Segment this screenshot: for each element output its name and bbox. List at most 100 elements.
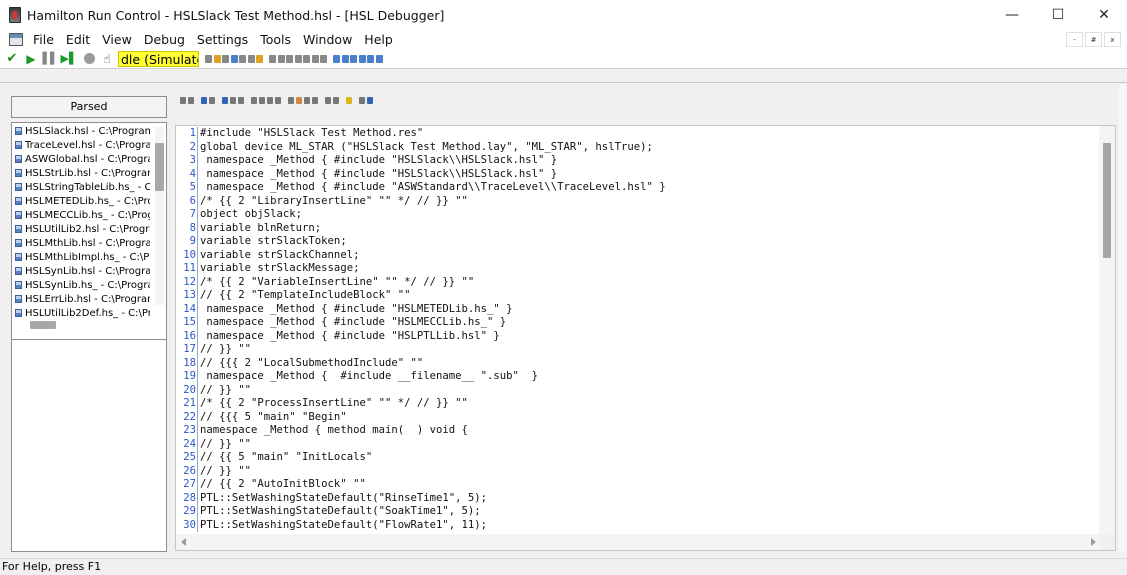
code-line[interactable]: 3 namespace _Method { #include "HSLSlack… bbox=[176, 154, 557, 168]
list-item[interactable]: HSLSlack.hsl - C:\Program F bbox=[12, 124, 150, 138]
tool-icon[interactable] bbox=[213, 54, 221, 63]
smiley-icon[interactable] bbox=[346, 97, 352, 104]
code-line[interactable]: 9 variable strSlackToken; bbox=[176, 235, 347, 249]
maximize-button[interactable]: ☐ bbox=[1035, 0, 1081, 30]
code-line[interactable]: 12 /* {{ 2 "VariableInsertLine" "" */ // … bbox=[176, 275, 474, 289]
list-item[interactable]: HSLMECCLib.hs_ - C:\Prog bbox=[12, 208, 150, 222]
file-list-vertical-scrollbar[interactable] bbox=[155, 127, 164, 305]
code-line[interactable]: 10 variable strSlackChannel; bbox=[176, 248, 359, 262]
code-line[interactable]: 25 // {{ 5 "main" "InitLocals" bbox=[176, 451, 372, 465]
menu-debug[interactable]: Debug bbox=[138, 30, 191, 49]
menu-help[interactable]: Help bbox=[358, 30, 399, 49]
tool-icon[interactable] bbox=[251, 97, 257, 104]
tool-icon[interactable] bbox=[239, 54, 246, 63]
list-item[interactable]: ASWGlobal.hsl - C:\Program bbox=[12, 152, 150, 166]
run-icon[interactable] bbox=[222, 97, 228, 104]
minimize-button[interactable]: — bbox=[989, 0, 1035, 30]
find-icon[interactable] bbox=[180, 97, 186, 104]
list-item[interactable]: HSLStrLib.hsl - C:\Program I bbox=[12, 166, 150, 180]
code-line[interactable]: 11 variable strSlackMessage; bbox=[176, 262, 359, 276]
code-line[interactable]: 20 // }} "" bbox=[176, 383, 251, 397]
list-item[interactable]: TraceLevel.hsl - C:\Program bbox=[12, 138, 150, 152]
file-list-scroll-thumb[interactable] bbox=[155, 143, 164, 191]
tool-icon[interactable] bbox=[303, 54, 310, 63]
window-icon[interactable] bbox=[350, 54, 357, 63]
tool-icon[interactable] bbox=[304, 97, 310, 104]
tool-icon[interactable] bbox=[230, 97, 236, 104]
zoom-icon[interactable] bbox=[277, 54, 285, 63]
file-list-horizontal-scroll-thumb[interactable] bbox=[30, 321, 56, 329]
tool-icon[interactable] bbox=[205, 54, 212, 63]
tool-icon[interactable] bbox=[294, 54, 302, 63]
pause-icon[interactable]: ▌▌ bbox=[43, 52, 59, 66]
window-icon[interactable] bbox=[341, 54, 349, 63]
scroll-right-icon[interactable] bbox=[1091, 538, 1096, 546]
code-line[interactable]: 13 // {{ 2 "TemplateIncludeBlock" "" bbox=[176, 289, 410, 303]
pin-icon[interactable] bbox=[359, 97, 365, 104]
code-line[interactable]: 14 namespace _Method { #include "HSLMETE… bbox=[176, 302, 513, 316]
find-icon[interactable] bbox=[188, 97, 194, 104]
scroll-left-icon[interactable] bbox=[181, 538, 186, 546]
list-item[interactable]: HSLErrLib.hsl - C:\Program I bbox=[12, 292, 150, 306]
code-line[interactable]: 5 namespace _Method { #include "ASWStand… bbox=[176, 181, 666, 195]
menu-tools[interactable]: Tools bbox=[254, 30, 297, 49]
play-icon[interactable]: ▶ bbox=[24, 52, 38, 66]
code-line[interactable]: 23 namespace _Method { method main( ) voi… bbox=[176, 424, 468, 438]
code-line[interactable]: 4 namespace _Method { #include "HSLSlack… bbox=[176, 167, 557, 181]
code-line[interactable]: 27 // {{ 2 "AutoInitBlock" "" bbox=[176, 478, 366, 492]
tool-icon[interactable] bbox=[222, 54, 229, 63]
window-icon[interactable] bbox=[358, 54, 366, 63]
tool-icon[interactable] bbox=[311, 54, 319, 63]
code-line[interactable]: 26 // }} "" bbox=[176, 464, 251, 478]
arrow-icon[interactable] bbox=[325, 97, 331, 104]
parsed-header-button[interactable]: Parsed bbox=[11, 96, 167, 118]
menu-window[interactable]: Window bbox=[297, 30, 358, 49]
zoom-icon[interactable] bbox=[286, 54, 293, 63]
code-line[interactable]: 2 global device ML_STAR ("HSLSlack Test M… bbox=[176, 140, 653, 154]
list-item[interactable]: HSLMthLibImpl.hs_ - C:\Pro bbox=[12, 250, 150, 264]
list-item[interactable]: HSLSynLib.hs_ - C:\Program bbox=[12, 278, 150, 292]
tool-icon[interactable] bbox=[209, 97, 215, 104]
code-line[interactable]: 15 namespace _Method { #include "HSLMECC… bbox=[176, 316, 506, 330]
editor-vertical-scrollbar[interactable] bbox=[1099, 126, 1115, 536]
window-icon[interactable] bbox=[375, 54, 383, 63]
code-line[interactable]: 21 /* {{ 2 "ProcessInsertLine" "" */ // }… bbox=[176, 397, 468, 411]
stop-icon[interactable] bbox=[84, 53, 95, 64]
list-item[interactable]: HSLUtilLib2Def.hs_ - C:\Pro bbox=[12, 306, 150, 320]
tool-icon[interactable] bbox=[275, 97, 281, 104]
breakpoint-icon[interactable] bbox=[296, 97, 302, 104]
step-into-icon[interactable] bbox=[201, 97, 207, 104]
code-line[interactable]: 18 // {{{ 2 "LocalSubmethodInclude" "" bbox=[176, 356, 423, 370]
editor-horizontal-scrollbar[interactable] bbox=[176, 534, 1101, 550]
tool-icon[interactable] bbox=[312, 97, 318, 104]
code-line[interactable]: 8 variable blnReturn; bbox=[176, 221, 321, 235]
code-editor[interactable]: 1 #include "HSLSlack Test Method.res" 2 glo… bbox=[175, 125, 1116, 551]
tool-icon[interactable] bbox=[267, 97, 273, 104]
list-item[interactable]: HSLMthLib.hsl - C:\Program bbox=[12, 236, 150, 250]
mdi-restore-button[interactable]: # bbox=[1085, 32, 1102, 47]
code-line[interactable]: 17 // }} "" bbox=[176, 343, 251, 357]
help-icon[interactable] bbox=[367, 97, 373, 104]
mdi-close-button[interactable]: x bbox=[1104, 32, 1121, 47]
code-line[interactable]: 7 object objSlack; bbox=[176, 208, 302, 222]
menu-file[interactable]: File bbox=[27, 30, 60, 49]
tool-icon[interactable] bbox=[320, 54, 327, 63]
code-line[interactable]: 29 PTL::SetWashingStateDefault("SoakTime1… bbox=[176, 505, 481, 519]
code-line[interactable]: 30 PTL::SetWashingStateDefault("FlowRate1… bbox=[176, 518, 487, 532]
close-icon[interactable] bbox=[238, 97, 244, 104]
hand-icon[interactable]: ☝ bbox=[100, 52, 114, 66]
window-right-scrollbar[interactable] bbox=[1119, 84, 1127, 552]
editor-scroll-thumb[interactable] bbox=[1103, 143, 1111, 258]
window-icon[interactable] bbox=[333, 54, 340, 63]
document-icon[interactable] bbox=[9, 33, 23, 46]
tool-icon[interactable] bbox=[269, 54, 276, 63]
list-item[interactable]: HSLMETEDLib.hs_ - C:\Pro bbox=[12, 194, 150, 208]
code-line[interactable]: 1 #include "HSLSlack Test Method.res" bbox=[176, 127, 423, 141]
code-line[interactable]: 6 /* {{ 2 "LibraryInsertLine" "" */ // }}… bbox=[176, 194, 468, 208]
step-icon[interactable]: ▶▌ bbox=[61, 52, 78, 66]
window-icon[interactable] bbox=[367, 54, 374, 63]
code-line[interactable]: 22 // {{{ 5 "main" "Begin" bbox=[176, 410, 347, 424]
list-item[interactable]: HSLUtilLib2.hsl - C:\Program bbox=[12, 222, 150, 236]
menu-edit[interactable]: Edit bbox=[60, 30, 96, 49]
code-line[interactable]: 28 PTL::SetWashingStateDefault("RinseTime… bbox=[176, 491, 487, 505]
